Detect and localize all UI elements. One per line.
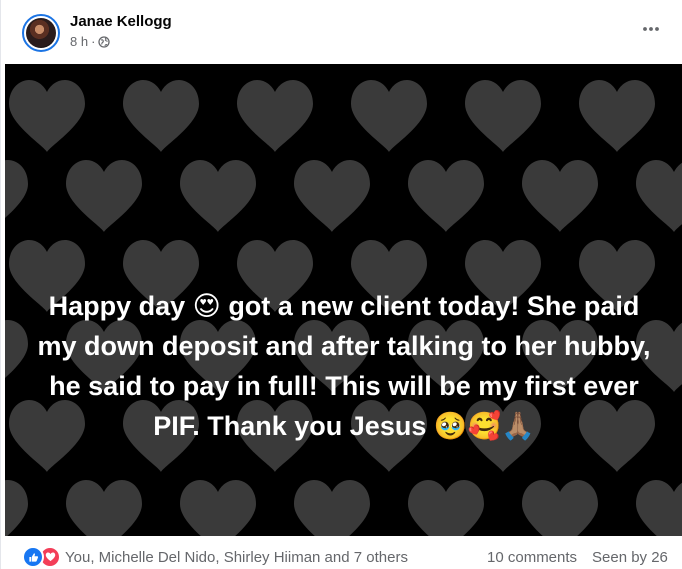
reactors-summary[interactable]: You, Michelle Del Nido, Shirley Hiiman a… bbox=[65, 549, 408, 566]
post-background[interactable]: Happy day 😍 got a new client today! She … bbox=[5, 64, 682, 536]
author-avatar[interactable] bbox=[22, 14, 60, 52]
like-icon bbox=[22, 546, 44, 568]
globe-icon[interactable] bbox=[98, 35, 111, 48]
author-name[interactable]: Janae Kellogg bbox=[70, 13, 172, 30]
post-meta: 8 h · bbox=[70, 34, 111, 49]
post-text: Happy day 😍 got a new client today! She … bbox=[37, 291, 651, 441]
meta-separator: · bbox=[91, 34, 96, 49]
avatar-photo bbox=[26, 18, 56, 48]
more-options-icon bbox=[643, 27, 659, 31]
post-card: Janae Kellogg 8 h · Happy day 😍 got a ne… bbox=[0, 0, 682, 569]
reaction-icons[interactable] bbox=[22, 546, 61, 568]
post-time[interactable]: 8 h bbox=[70, 34, 88, 49]
post-footer: You, Michelle Del Nido, Shirley Hiiman a… bbox=[1, 536, 682, 569]
comments-count[interactable]: 10 comments bbox=[487, 549, 577, 566]
seen-by-count[interactable]: Seen by 26 bbox=[592, 549, 668, 566]
more-options-button[interactable] bbox=[639, 19, 663, 39]
post-header: Janae Kellogg 8 h · bbox=[1, 0, 682, 64]
